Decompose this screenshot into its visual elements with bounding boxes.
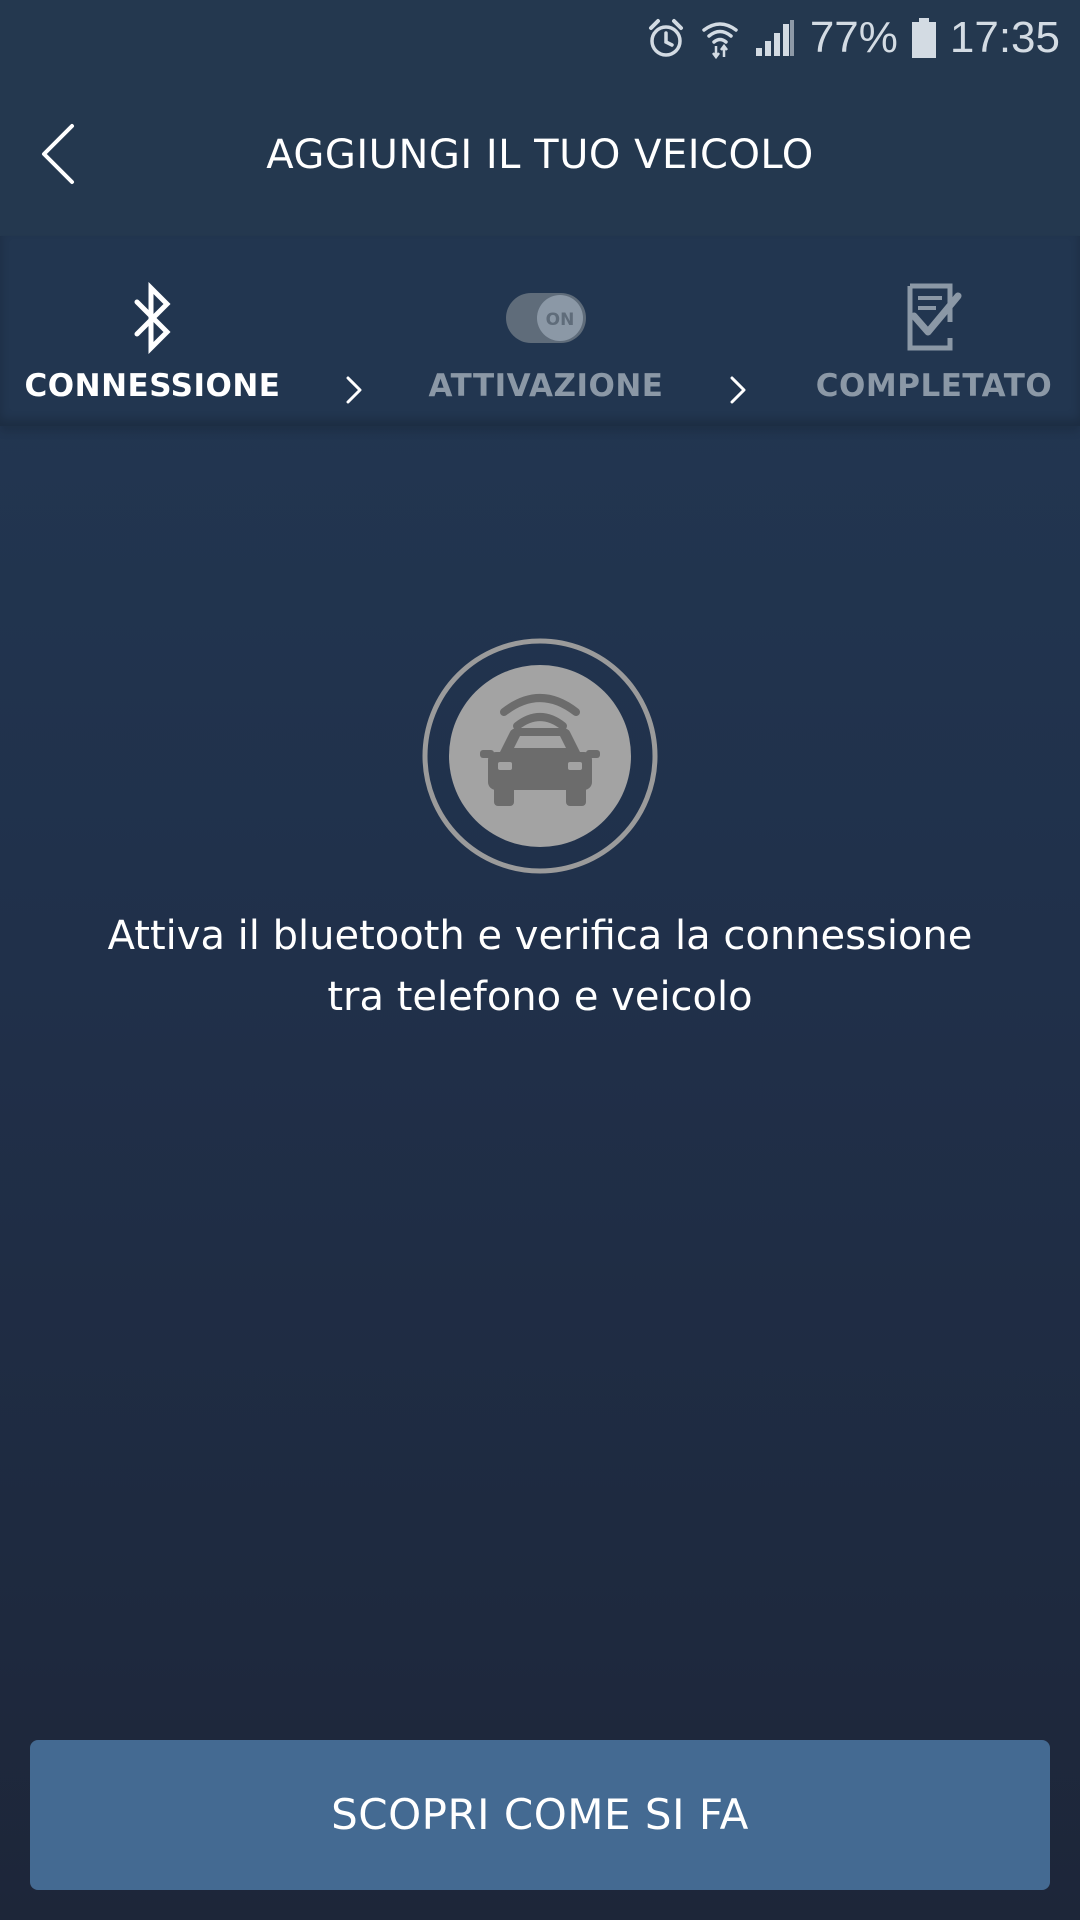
step-label: CONNESSIONE <box>24 368 281 404</box>
checklist-icon <box>906 282 962 356</box>
step-label: COMPLETATO <box>815 368 1053 404</box>
bluetooth-icon <box>131 281 175 358</box>
instruction-text: Attiva il bluetooth e verifica la connes… <box>60 906 1020 1028</box>
toggle-on-text: ON <box>546 310 575 330</box>
instruction-line-2: tra telefono e veicolo <box>327 974 753 1020</box>
status-icons: 77% 17:35 <box>646 10 1060 66</box>
battery-percent: 77% <box>809 13 898 62</box>
clock: 17:35 <box>949 13 1060 62</box>
chevron-right-icon <box>340 370 368 414</box>
chevron-right-icon <box>724 370 752 414</box>
discover-how-button[interactable]: SCOPRI COME SI FA <box>30 1740 1050 1890</box>
app-header: AGGIUNGI IL TUO VEICOLO <box>0 74 1080 236</box>
chevron-left-icon <box>42 124 74 184</box>
step-completato: COMPLETATO <box>812 236 1056 426</box>
step-connessione: CONNESSIONE <box>20 236 285 426</box>
status-bar: 77% 17:35 <box>0 0 1080 74</box>
connected-car-icon <box>420 636 660 876</box>
toggle-on-icon: ON <box>505 292 587 348</box>
back-button[interactable] <box>30 114 90 194</box>
step-label: ATTIVAZIONE <box>428 368 664 404</box>
alarm-icon <box>646 16 686 60</box>
progress-stepper: CONNESSIONE ON ATTIVAZIONE COMPLETATO <box>0 236 1080 426</box>
step-attivazione: ON ATTIVAZIONE <box>420 236 672 426</box>
battery-icon <box>911 18 936 58</box>
signal-icon <box>754 18 796 58</box>
wifi-icon <box>700 16 740 60</box>
instruction-line-1: Attiva il bluetooth e verifica la connes… <box>107 913 973 959</box>
page-title: AGGIUNGI IL TUO VEICOLO <box>266 132 814 178</box>
